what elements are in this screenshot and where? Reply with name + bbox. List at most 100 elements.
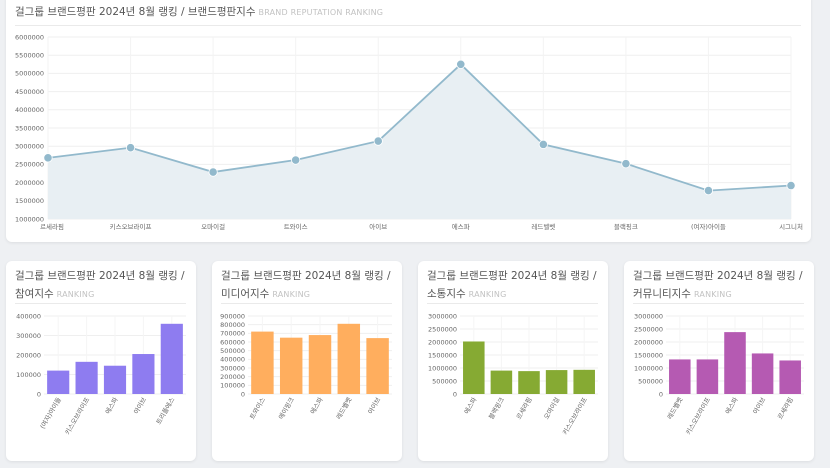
bar <box>518 371 540 394</box>
bar <box>337 323 361 394</box>
bar-x-tick-label: 에스파 <box>723 395 740 415</box>
main-x-tick-label: 아이브 <box>369 222 387 231</box>
main-x-tick-label: 블랙핑크 <box>614 222 638 231</box>
community-card: 걸그룹 브랜드평판 2024년 8월 랭킹 / 커뮤니티지수 RANKING 30… <box>624 261 814 461</box>
participation-card: 걸그룹 브랜드평판 2024년 8월 랭킹 / 참여지수 RANKING 4000… <box>6 261 196 461</box>
bar-x-tick-label: 에스파 <box>103 395 120 415</box>
bar-x-tick-label: 아이브 <box>751 395 768 415</box>
main-y-tick-label: 5000000 <box>15 70 44 78</box>
main-x-tick-label: 오마이걸 <box>201 222 225 231</box>
bar <box>75 361 98 394</box>
bar-y-tick-label: 2000000 <box>634 338 663 346</box>
main-data-point <box>373 136 383 146</box>
main-data-point <box>291 155 301 165</box>
main-y-tick-label: 5500000 <box>15 52 44 60</box>
participation-chart: 400000 300000 200000 100000 0(여자)아이들 키스오브라이프 에… <box>16 312 186 436</box>
bar <box>251 331 274 394</box>
bar <box>751 353 774 394</box>
bar-x-tick-label: 레드벨벳 <box>334 395 354 420</box>
bar-y-tick-label: 2500000 <box>428 325 457 333</box>
main-y-tick-label: 3000000 <box>15 143 44 151</box>
main-y-tick-label: 3500000 <box>15 124 44 132</box>
main-x-tick-label: 키스오브라이프 <box>110 222 152 231</box>
main-x-tick-label: 에스파 <box>452 222 470 231</box>
bar-y-tick-label: 0 <box>37 390 41 398</box>
bar-x-tick-label: 르세라핌 <box>514 395 534 420</box>
bar-y-tick-label: 200000 <box>16 351 41 359</box>
main-y-tick-label: 1500000 <box>15 197 44 205</box>
main-data-point <box>456 59 466 69</box>
bar-y-tick-label: 0 <box>241 390 245 398</box>
main-data-point <box>538 139 548 149</box>
bar-x-tick-label: 아이브 <box>131 395 148 415</box>
bar-x-tick-label: 레드벨벳 <box>665 395 685 420</box>
media-card: 걸그룹 브랜드평판 2024년 8월 랭킹 / 미디어지수 RANKING 900… <box>212 261 402 461</box>
bar-y-tick-label: 300000 <box>16 332 41 340</box>
bar-y-tick-label: 600000 <box>220 338 245 346</box>
bar-y-tick-label: 1000000 <box>428 364 457 372</box>
main-data-point <box>125 143 136 153</box>
bar-x-tick-label: 르세라핌 <box>775 395 795 420</box>
bar <box>573 369 595 394</box>
media-chart: 9000008000007000006000005000004000003000… <box>220 312 392 421</box>
bar-x-tick-label: 키스오브라이프 <box>683 395 712 436</box>
bar-x-tick-label: 트와이스 <box>247 395 267 420</box>
bar-x-tick-label: 키스오브라이프 <box>63 395 92 436</box>
bar-y-tick-label: 900000 <box>220 312 245 320</box>
main-y-tick-label: 4000000 <box>15 106 44 114</box>
bar-x-tick-label: 에스파 <box>462 395 479 415</box>
bar <box>490 370 513 394</box>
bar <box>463 341 485 394</box>
bar <box>545 370 568 394</box>
bar-y-tick-label: 0 <box>659 390 663 398</box>
bar-x-tick-label: 키스오브라이프 <box>560 395 589 436</box>
bar <box>724 332 746 394</box>
bar-y-tick-label: 3000000 <box>634 312 663 320</box>
communication-chart: 3000000 2500000 2000000 1500000 1000000 50000… <box>428 312 598 436</box>
bar-y-tick-label: 700000 <box>220 330 245 338</box>
bar-x-tick-label: 블랙핑크 <box>486 395 506 420</box>
main-data-point <box>621 159 631 169</box>
main-y-tick-label: 2000000 <box>15 179 44 187</box>
bar-y-tick-label: 400000 <box>16 312 41 320</box>
bar-x-tick-label: 오마이걸 <box>542 395 562 420</box>
communication-card: 걸그룹 브랜드평판 2024년 8월 랭킹 / 소통지수 RANKING 3000… <box>418 261 608 461</box>
bar-x-tick-label: 트리플에스 <box>154 395 177 425</box>
main-y-tick-label: 6000000 <box>15 33 44 41</box>
bar-y-tick-label: 500000 <box>432 377 457 385</box>
bar-y-tick-label: 3000000 <box>428 312 457 320</box>
bar-x-tick-label: 에스파 <box>308 395 325 415</box>
bar-y-tick-label: 0 <box>453 390 457 398</box>
main-data-point <box>208 167 218 177</box>
main-area-fill <box>48 64 791 219</box>
bar-y-tick-label: 1000000 <box>634 364 663 372</box>
bar <box>103 365 127 394</box>
bar-y-tick-label: 500000 <box>220 347 245 355</box>
bar <box>160 323 183 394</box>
bar-y-tick-label: 800000 <box>220 321 245 329</box>
bar <box>696 359 719 394</box>
main-x-tick-label: 르세라핌 <box>40 222 64 231</box>
bar-y-tick-label: 2500000 <box>634 325 663 333</box>
community-chart: 3000000 2500000 2000000 1500000 1000000 50000… <box>634 312 804 436</box>
main-x-tick-label: 시그니처 <box>779 222 803 231</box>
brand-reputation-chart: 6000000 5500000 5000000 4500000 4000000 35000… <box>15 33 803 231</box>
bar <box>669 359 691 394</box>
bar-y-tick-label: 2000000 <box>428 338 457 346</box>
bar <box>779 360 801 394</box>
bar-y-tick-label: 500000 <box>638 377 663 385</box>
main-y-tick-label: 2500000 <box>15 161 44 169</box>
bar-y-tick-label: 400000 <box>220 356 245 364</box>
main-y-tick-label: 4500000 <box>15 88 44 96</box>
bar-y-tick-label: 200000 <box>220 373 245 381</box>
bar-x-tick-label: 아이브 <box>366 395 383 415</box>
bar-x-tick-label: 에이핑크 <box>276 395 296 420</box>
main-data-point <box>703 186 714 196</box>
main-data-point <box>43 153 53 163</box>
bar <box>132 354 155 394</box>
bar-x-tick-label: (여자)아이들 <box>38 395 63 430</box>
bar-y-tick-label: 1500000 <box>428 351 457 359</box>
bar-y-tick-label: 300000 <box>220 364 245 372</box>
bar <box>308 335 332 394</box>
main-x-tick-label: 트와이스 <box>284 222 308 231</box>
